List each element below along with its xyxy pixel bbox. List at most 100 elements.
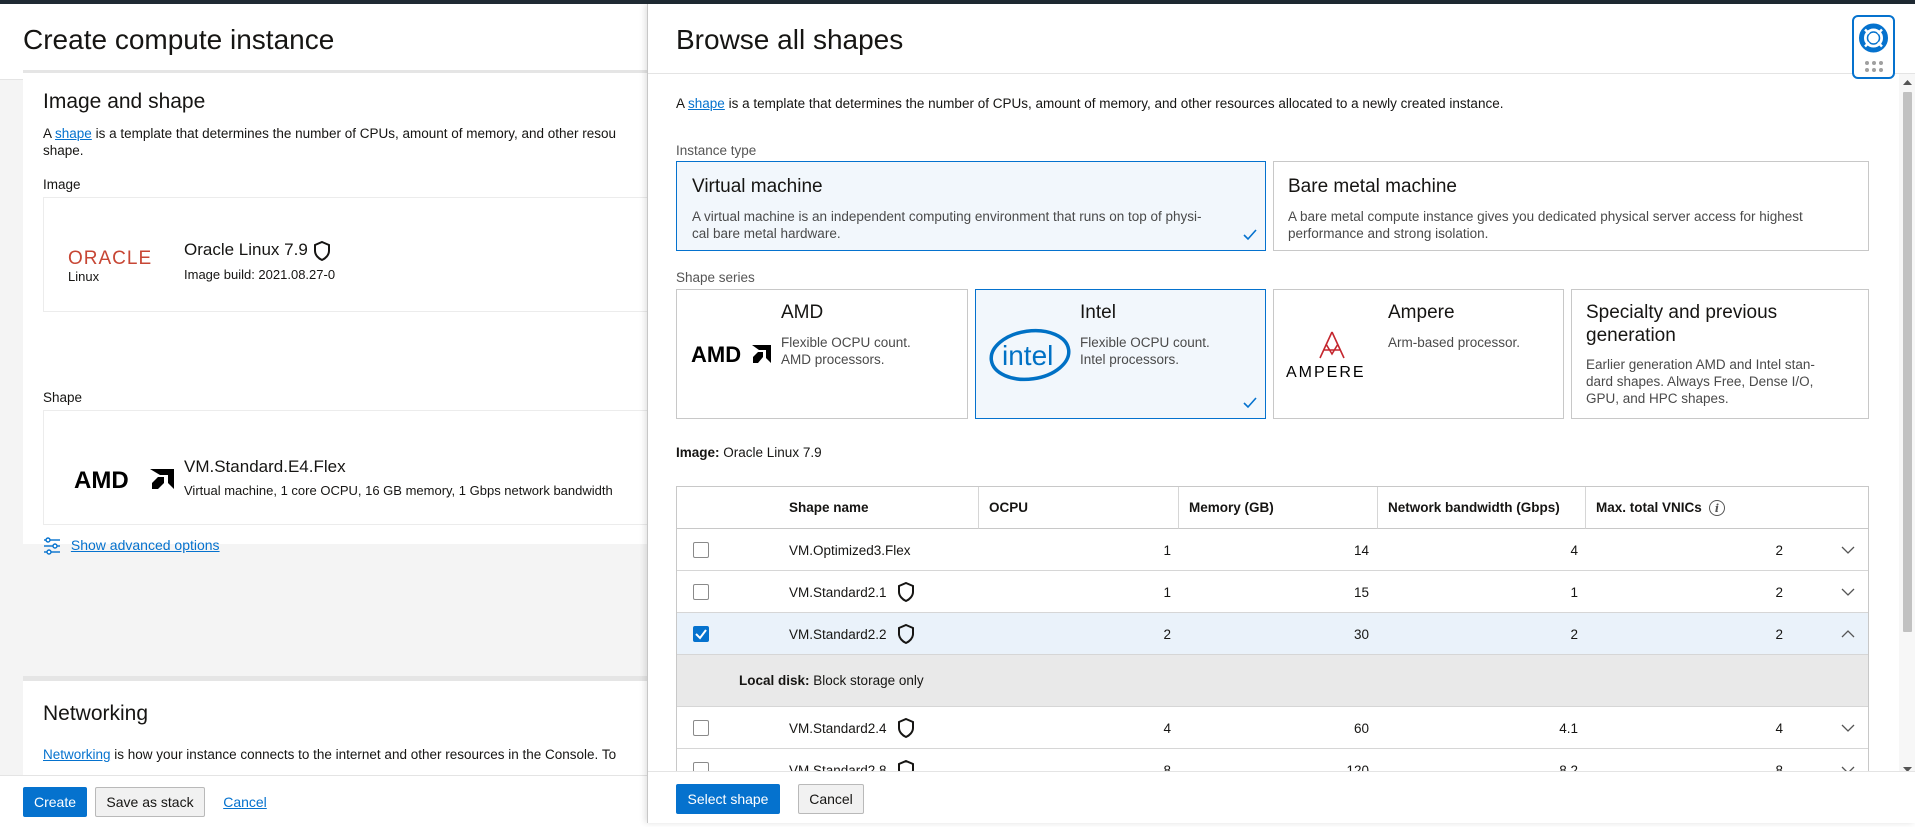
tile-ampere[interactable]: AMPERE Ampere Arm-based processor. (1273, 289, 1564, 419)
tile-desc-line1: Arm-based processor. (1388, 335, 1521, 350)
cell-vnics: 2 (1775, 584, 1783, 600)
header-vnics-label: Max. total VNICs (1596, 500, 1702, 515)
save-as-stack-button[interactable]: Save as stack (95, 787, 205, 817)
cell-bandwidth: 2 (1570, 626, 1578, 642)
shape-name-text: VM.Standard2.4 (789, 720, 887, 736)
image-shape-heading: Image and shape (43, 90, 206, 113)
tile-desc-line2: Intel processors. (1080, 352, 1180, 367)
tile-title: Ampere (1388, 302, 1455, 323)
header-bandwidth[interactable]: Network bandwidth (Gbps) (1378, 487, 1586, 529)
show-advanced-link[interactable]: Show advanced options (71, 537, 220, 553)
panel-desc-suffix: is a template that determines the number… (724, 96, 1504, 111)
image-name: Oracle Linux 7.9 (184, 240, 331, 261)
shape-link[interactable]: shape (55, 126, 92, 141)
tile-title-line1: Specialty and previous (1586, 302, 1778, 323)
shape-name: VM.Standard.E4.Flex (184, 457, 346, 476)
header-ocpu[interactable]: OCPU (979, 487, 1179, 529)
cell-ocpu: 1 (1163, 584, 1171, 600)
scrollbar-thumb[interactable] (1903, 92, 1912, 632)
cell-memory: 14 (1353, 542, 1369, 558)
panel-cancel-button[interactable]: Cancel (798, 784, 864, 814)
cell-ocpu: 1 (1163, 542, 1171, 558)
panel-shape-link[interactable]: shape (688, 96, 725, 111)
select-shape-button[interactable]: Select shape (676, 784, 780, 814)
row-detail: Local disk: Block storage only (677, 655, 1868, 707)
browse-shapes-panel: Browse all shapes A shape is a template … (647, 4, 1915, 823)
header-shape-name[interactable]: Shape name (779, 487, 979, 529)
header-select (677, 487, 779, 529)
desc-suffix: is a template that determines the number… (91, 126, 617, 141)
tile-title-line2: generation (1586, 325, 1676, 346)
tile-desc-line2: performance and strong isolation. (1288, 226, 1489, 241)
image-label: Image: (676, 445, 720, 460)
cell-memory: 60 (1353, 720, 1369, 736)
shape-meta: Virtual machine, 1 core OCPU, 16 GB memo… (184, 483, 613, 498)
tile-amd[interactable]: AMD AMD Flexible OCPU count. AMD process… (676, 289, 968, 419)
panel-desc: A shape is a template that determines th… (676, 96, 1503, 111)
create-button[interactable]: Create (23, 787, 87, 817)
networking-section: Networking Networking is how your instan… (23, 678, 648, 778)
tile-intel[interactable]: intel Intel Flexible OCPU count. Intel p… (975, 289, 1266, 419)
shape-summary-box: AMD VM.Standard.E4.Flex Virtual machine,… (43, 410, 648, 525)
table-row[interactable]: VM.Optimized3.Flex 1 14 4 2 (677, 529, 1868, 571)
tile-bare-metal[interactable]: Bare metal machine A bare metal compute … (1273, 161, 1869, 251)
cell-bandwidth: 4.1 (1559, 720, 1578, 736)
svg-text:AMPERE: AMPERE (1286, 364, 1366, 380)
scroll-up-icon[interactable] (1899, 76, 1915, 90)
checkmark-icon (1243, 229, 1257, 241)
chevron-down-icon[interactable] (1841, 544, 1855, 556)
svg-text:AMD: AMD (74, 467, 129, 491)
left-cancel-button[interactable]: Cancel (220, 787, 270, 817)
amd-logo: AMD (691, 343, 771, 365)
panel-desc-prefix: A (676, 96, 689, 111)
panel-title: Browse all shapes (676, 24, 904, 55)
table-row[interactable]: VM.Standard2.1 1 15 1 2 (677, 571, 1868, 613)
detail-label: Local disk: (739, 673, 810, 688)
tile-specialty[interactable]: Specialty and previous generation Earlie… (1571, 289, 1869, 419)
row-checkbox[interactable] (693, 584, 709, 600)
local-disk-detail: Local disk: Block storage only (739, 673, 924, 688)
cell-vnics: 4 (1775, 720, 1783, 736)
drag-handle-icon[interactable] (1854, 59, 1893, 75)
amd-logo: AMD (74, 467, 174, 491)
help-widget[interactable] (1852, 15, 1895, 79)
svg-text:i: i (1715, 502, 1719, 515)
networking-desc-suffix: is how your instance connects to the int… (110, 747, 617, 762)
chevron-down-icon[interactable] (1841, 586, 1855, 598)
table-row-selected[interactable]: VM.Standard2.2 2 30 2 2 (677, 613, 1868, 655)
panel-scrollbar[interactable] (1899, 74, 1915, 779)
ampere-logo: AMPERE (1286, 331, 1366, 380)
cell-ocpu: 4 (1163, 720, 1171, 736)
tile-virtual-machine[interactable]: Virtual machine A virtual machine is an … (676, 161, 1266, 251)
cell-bandwidth: 4 (1570, 542, 1578, 558)
chevron-up-icon[interactable] (1841, 628, 1855, 640)
sliders-icon (44, 537, 60, 555)
networking-link[interactable]: Networking (43, 747, 111, 762)
shield-icon (897, 624, 914, 644)
shape-name-text: VM.Standard2.1 (789, 584, 887, 600)
cell-vnics: 2 (1775, 626, 1783, 642)
cell-shape-name: VM.Standard2.2 (789, 613, 915, 655)
advanced-options[interactable]: Show advanced options (43, 537, 220, 555)
shape-series-label: Shape series (676, 270, 755, 285)
cell-shape-name: VM.Standard2.1 (789, 571, 915, 613)
row-checkbox-checked[interactable] (693, 626, 709, 642)
header-memory[interactable]: Memory (GB) (1179, 487, 1378, 529)
tile-title: AMD (781, 302, 824, 323)
selected-image-line: Image: Oracle Linux 7.9 (676, 445, 822, 460)
chevron-down-icon[interactable] (1841, 722, 1855, 734)
header-vnics[interactable]: Max. total VNICs i (1586, 487, 1868, 529)
cell-ocpu: 2 (1163, 626, 1171, 642)
tile-desc-line1: Flexible OCPU count. (1080, 335, 1210, 350)
shield-icon (313, 240, 330, 261)
page-header: Create compute instance (0, 4, 648, 80)
cell-bandwidth: 1 (1570, 584, 1578, 600)
table-row[interactable]: VM.Standard2.4 4 60 4.1 4 (677, 707, 1868, 749)
row-checkbox[interactable] (693, 720, 709, 736)
image-label: Image (43, 177, 81, 192)
tile-desc-line2: AMD processors. (781, 352, 885, 367)
detail-value: Block storage only (813, 673, 924, 688)
info-icon[interactable]: i (1708, 499, 1726, 517)
cell-memory: 30 (1353, 626, 1369, 642)
row-checkbox[interactable] (693, 542, 709, 558)
